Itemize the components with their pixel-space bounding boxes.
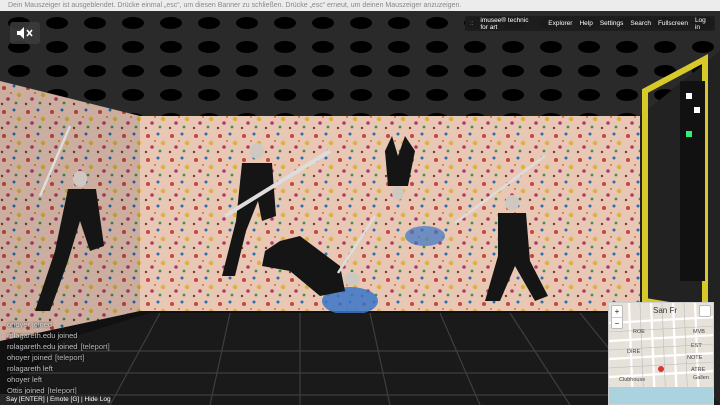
nav-explorer[interactable]: Explorer bbox=[548, 20, 572, 27]
map-label: ROE bbox=[633, 329, 645, 335]
drag-handle-icon[interactable]: :: bbox=[470, 21, 473, 27]
nav-help[interactable]: Help bbox=[579, 20, 592, 27]
cursor-hidden-banner[interactable]: Dein Mauszeiger ist ausgeblendet. Drücke… bbox=[0, 0, 720, 11]
nav-login[interactable]: Log in bbox=[695, 17, 710, 31]
nav-fullscreen[interactable]: Fullscreen bbox=[658, 20, 688, 27]
nav-settings[interactable]: Settings bbox=[600, 20, 624, 27]
chat-line: ohoyer joined [teleport] bbox=[7, 353, 85, 362]
zoom-in-button[interactable]: + bbox=[612, 306, 622, 317]
teleport-link[interactable]: [teleport] bbox=[55, 353, 84, 362]
minimap-streets bbox=[609, 303, 713, 404]
map-fullscreen-icon[interactable] bbox=[699, 305, 711, 317]
emote-button[interactable]: Emote [G] bbox=[50, 396, 79, 403]
map-label: Clubhouse bbox=[619, 377, 646, 383]
zoom-out-button[interactable]: − bbox=[612, 317, 622, 328]
map-city-label: San Fr bbox=[653, 306, 678, 315]
speaker-muted-icon bbox=[17, 27, 33, 39]
chat-line: ohoyer left bbox=[7, 375, 43, 384]
minimap[interactable]: + − San Fr MVB EST ROE NOTE DIRE ATRE Ga… bbox=[608, 302, 714, 405]
zoom-control: + − bbox=[611, 305, 623, 329]
mute-button[interactable] bbox=[10, 22, 40, 44]
top-navigation: :: imusee® technic for art Explorer Help… bbox=[465, 16, 715, 31]
map-label: MVB bbox=[693, 329, 705, 335]
map-label: DIRE bbox=[627, 349, 641, 355]
brand-link[interactable]: imusee® technic for art bbox=[480, 17, 537, 31]
chat-line: ohoyer joined bbox=[7, 320, 53, 329]
chat-log: ohoyer joined rolagareth.edu joined rola… bbox=[7, 319, 157, 396]
map-label: NOTE bbox=[687, 355, 703, 361]
map-label: EST bbox=[691, 343, 702, 349]
chat-controls-bar: Say [ENTER] | Emote [G] | Hide Log bbox=[0, 394, 111, 405]
chat-line: rolagareth left bbox=[7, 364, 53, 373]
3d-gallery-viewport[interactable]: :: imusee® technic for art Explorer Help… bbox=[0, 11, 720, 405]
map-label: ATRE bbox=[691, 367, 706, 373]
map-label: Gallen bbox=[693, 375, 709, 381]
nav-search[interactable]: Search bbox=[630, 20, 651, 27]
hide-log-button[interactable]: Hide Log bbox=[85, 396, 111, 403]
say-button[interactable]: Say [ENTER] bbox=[6, 396, 45, 403]
teleport-link[interactable]: [teleport] bbox=[80, 342, 109, 351]
chat-line: rolagareth.edu joined [teleport] bbox=[7, 342, 110, 351]
chat-line: rolagareth.edu joined bbox=[7, 331, 78, 340]
